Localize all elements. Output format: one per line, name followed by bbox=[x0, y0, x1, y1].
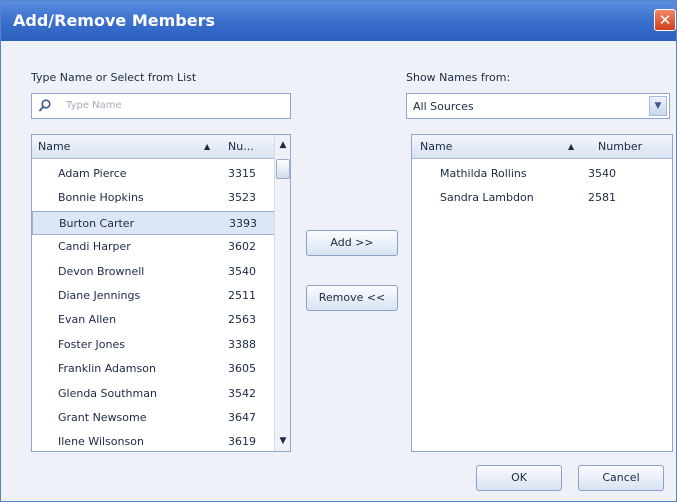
column-header-name[interactable]: Name bbox=[420, 140, 452, 153]
member-name: Burton Carter bbox=[59, 216, 135, 230]
member-name: Candi Harper bbox=[58, 240, 131, 254]
list-item[interactable]: Ilene Wilsonson 3619 bbox=[32, 430, 275, 451]
list-header: Name ▲ Number bbox=[412, 135, 672, 159]
column-header-number[interactable]: Nu... bbox=[228, 140, 254, 153]
list-item[interactable]: Adam Pierce 3315 bbox=[32, 162, 275, 186]
list-item[interactable]: Sandra Lambdon 2581 bbox=[412, 186, 672, 210]
member-name: Mathilda Rollins bbox=[440, 167, 527, 180]
add-button[interactable]: Add >> bbox=[306, 230, 398, 256]
member-number: 3602 bbox=[228, 240, 256, 254]
cancel-button[interactable]: Cancel bbox=[578, 465, 664, 491]
list-item[interactable]: Bonnie Hopkins 3523 bbox=[32, 186, 275, 210]
sort-arrow-icon: ▲ bbox=[204, 142, 211, 151]
close-button[interactable]: ✕ bbox=[654, 9, 676, 31]
column-header-number[interactable]: Number bbox=[598, 140, 642, 153]
vertical-scrollbar[interactable]: ▲ ▼ bbox=[274, 135, 290, 451]
add-remove-members-dialog: Add/Remove Members ✕ Type Name or Select… bbox=[0, 0, 677, 502]
member-name: Foster Jones bbox=[58, 337, 125, 351]
member-number: 2581 bbox=[588, 191, 616, 205]
member-name: Grant Newsome bbox=[58, 411, 147, 424]
scroll-up-icon[interactable]: ▲ bbox=[276, 137, 290, 153]
list-item[interactable]: Evan Allen 2563 bbox=[32, 308, 275, 332]
member-number: 3605 bbox=[228, 362, 256, 376]
sort-arrow-icon: ▲ bbox=[568, 142, 575, 151]
source-select[interactable]: All Sources ▼ bbox=[406, 93, 670, 119]
member-number: 3523 bbox=[228, 191, 256, 205]
member-number: 3540 bbox=[228, 264, 256, 278]
member-name: Evan Allen bbox=[58, 313, 117, 327]
source-value: All Sources bbox=[413, 100, 474, 113]
dialog-title: Add/Remove Members bbox=[13, 11, 215, 30]
scroll-down-icon[interactable]: ▼ bbox=[276, 433, 290, 449]
member-name: Ilene Wilsonson bbox=[58, 435, 144, 449]
member-number: 3540 bbox=[588, 167, 616, 180]
member-number: 2563 bbox=[228, 313, 256, 327]
member-number: 2511 bbox=[228, 289, 256, 302]
list-item[interactable]: Foster Jones 3388 bbox=[32, 333, 275, 357]
member-number: 3388 bbox=[228, 337, 256, 351]
list-item[interactable]: Mathilda Rollins 3540 bbox=[412, 162, 672, 186]
list-header: Name ▲ Nu... bbox=[32, 135, 274, 159]
member-name: Adam Pierce bbox=[58, 167, 127, 180]
member-name: Franklin Adamson bbox=[58, 362, 156, 376]
member-number: 3393 bbox=[229, 216, 257, 230]
member-number: 3542 bbox=[228, 386, 256, 400]
search-placeholder: Type Name bbox=[66, 100, 122, 111]
member-name: Devon Brownell bbox=[58, 264, 145, 278]
list-item[interactable]: Grant Newsome 3647 bbox=[32, 406, 275, 430]
list-item[interactable]: Franklin Adamson 3605 bbox=[32, 357, 275, 381]
column-header-name[interactable]: Name bbox=[38, 140, 70, 153]
member-number: 3315 bbox=[228, 167, 256, 180]
search-icon bbox=[38, 99, 51, 112]
member-number: 3619 bbox=[228, 435, 256, 449]
scroll-thumb[interactable] bbox=[276, 159, 290, 179]
list-item[interactable]: Glenda Southman 3542 bbox=[32, 382, 275, 406]
list-item[interactable]: Devon Brownell 3540 bbox=[32, 260, 275, 284]
member-name: Bonnie Hopkins bbox=[58, 191, 144, 205]
member-name: Sandra Lambdon bbox=[440, 191, 534, 205]
available-members-list[interactable]: Name ▲ Nu... Adam Pierce 3315 Bonnie Hopki… bbox=[31, 134, 291, 452]
ok-button[interactable]: OK bbox=[476, 465, 562, 491]
remove-button[interactable]: Remove << bbox=[306, 285, 398, 311]
member-number: 3647 bbox=[228, 411, 256, 424]
list-item[interactable]: Candi Harper 3602 bbox=[32, 235, 275, 259]
title-bar: Add/Remove Members ✕ bbox=[1, 1, 676, 41]
left-list-label: Type Name or Select from List bbox=[31, 71, 197, 84]
show-names-label: Show Names from: bbox=[406, 71, 511, 84]
name-search-input[interactable]: Type Name bbox=[31, 93, 291, 119]
member-name: Diane Jennings bbox=[58, 289, 141, 302]
list-item[interactable]: Burton Carter 3393 bbox=[32, 210, 275, 235]
list-item[interactable]: Diane Jennings 2511 bbox=[32, 284, 275, 308]
selected-members-list[interactable]: Name ▲ Number Mathilda Rollins 3540 Sandra… bbox=[411, 134, 673, 452]
member-name: Glenda Southman bbox=[58, 386, 157, 400]
chevron-down-icon[interactable]: ▼ bbox=[649, 96, 667, 116]
